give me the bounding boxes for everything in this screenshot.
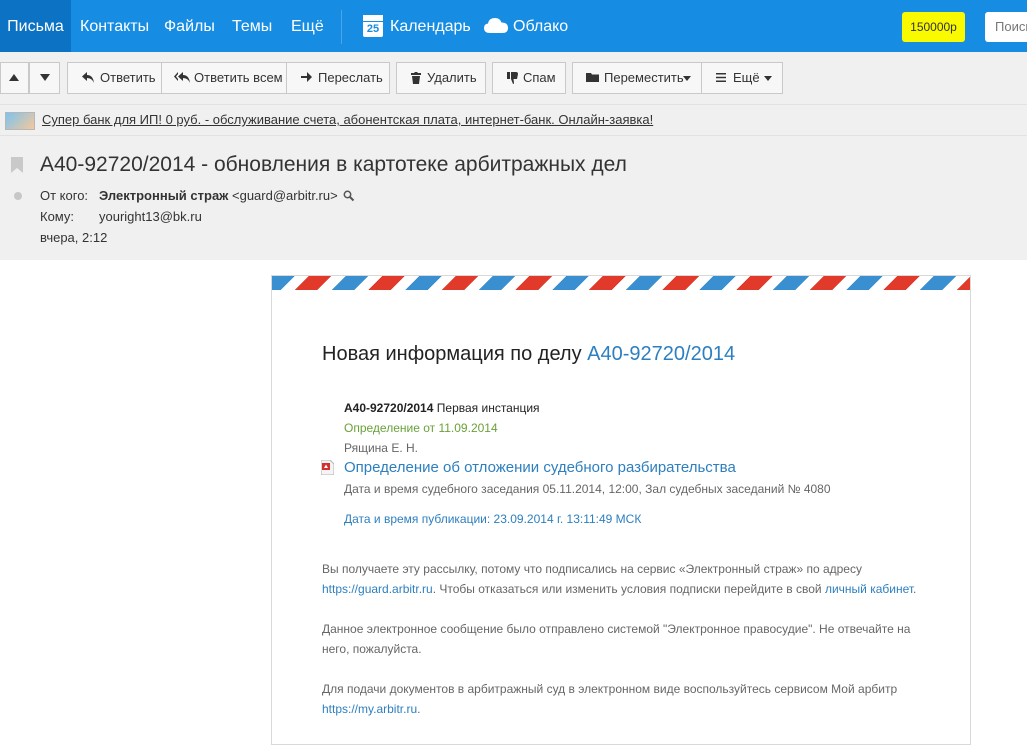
reply-all-button[interactable]: Ответить всем	[161, 62, 287, 94]
letter-body: Новая информация по делу А40-92720/2014 …	[271, 275, 971, 745]
notice-myarbitr-line2: https://my.arbitr.ru.	[322, 702, 420, 716]
move-button[interactable]: Переместить	[572, 62, 702, 94]
sender-email[interactable]: <guard@arbitr.ru>	[232, 188, 338, 203]
guard-link[interactable]: https://guard.arbitr.ru	[322, 582, 433, 596]
notice-subscription-line1: Вы получаете эту рассылку, потому что по…	[322, 562, 862, 576]
top-navigation: Письма Контакты Файлы Темы Ещё 25 Календ…	[0, 0, 1027, 52]
calendar-icon[interactable]: 25	[363, 15, 383, 37]
case-line: А40-92720/2014 Первая инстанция	[344, 401, 540, 415]
notice-system-line1: Данное электронное сообщение было отправ…	[322, 622, 911, 636]
message-header: А40-92720/2014 - обновления в картотеке …	[0, 136, 1027, 260]
forward-label: Переслать	[318, 70, 383, 85]
chevron-down-icon	[683, 76, 691, 81]
menu-icon	[716, 73, 726, 82]
pdf-icon	[321, 460, 334, 475]
folder-icon	[586, 73, 599, 82]
reply-icon	[82, 72, 94, 83]
next-message-button[interactable]	[29, 62, 60, 94]
notice-subscription-line2: https://guard.arbitr.ru. Чтобы отказатьс…	[322, 582, 916, 596]
publication-info: Дата и время публикации: 23.09.2014 г. 1…	[344, 512, 642, 526]
flag-icon[interactable]	[11, 157, 23, 173]
trash-icon	[411, 72, 421, 84]
decision-prefix: Определение от	[344, 421, 436, 435]
delete-button[interactable]: Удалить	[396, 62, 486, 94]
case-instance: Первая инстанция	[436, 401, 540, 415]
case-number: А40-92720/2014	[344, 401, 434, 415]
thumbs-down-icon	[507, 72, 518, 84]
forward-button[interactable]: Переслать	[286, 62, 390, 94]
notice-subscription-text: . Чтобы отказаться или изменить условия …	[432, 582, 822, 596]
reply-button[interactable]: Ответить	[67, 62, 162, 94]
calendar-day: 25	[366, 23, 380, 35]
magnifier-icon[interactable]	[343, 190, 355, 202]
message-subject: А40-92720/2014 - обновления в картотеке …	[40, 153, 627, 176]
notice-myarbitr-line1: Для подачи документов в арбитражный суд …	[322, 682, 898, 696]
notice-myarbitr-end: .	[417, 702, 421, 716]
chevron-down-icon	[764, 76, 772, 81]
hearing-info: Дата и время судебного заседания 05.11.2…	[344, 482, 831, 496]
forward-arrow-icon	[301, 72, 312, 82]
nav-contacts[interactable]: Контакты	[80, 0, 149, 52]
recipient-email[interactable]: youright13@bk.ru	[99, 209, 202, 224]
ad-link[interactable]: Супер банк для ИП! 0 руб. - обслуживание…	[42, 112, 653, 127]
cloud-icon[interactable]	[484, 17, 508, 33]
search-input[interactable]: Поиск	[985, 12, 1027, 42]
nav-cloud[interactable]: Облако	[513, 0, 568, 52]
read-status-icon[interactable]	[14, 192, 22, 200]
to-label: Кому:	[40, 209, 74, 224]
reply-label: Ответить	[100, 70, 156, 85]
decision-date: 11.09.2014	[438, 421, 498, 435]
message-date: вчера, 2:12	[40, 230, 108, 245]
my-arbitr-link[interactable]: https://my.arbitr.ru	[322, 702, 417, 716]
more-button[interactable]: Ещё	[701, 62, 783, 94]
ad-banner: Супер банк для ИП! 0 руб. - обслуживание…	[0, 104, 1027, 136]
nav-divider	[341, 10, 342, 44]
personal-cabinet-link[interactable]: личный кабинет	[825, 582, 913, 596]
message-toolbar: Ответить Ответить всем Переслать Удалить…	[0, 52, 1027, 104]
decision-line: Определение от 11.09.2014	[344, 421, 498, 435]
nav-more[interactable]: Ещё	[291, 0, 324, 52]
judge-name: Рящина Е. Н.	[344, 441, 418, 455]
case-title-link[interactable]: А40-92720/2014	[587, 343, 735, 365]
promo-badge[interactable]: 150000р	[902, 12, 965, 42]
reply-all-icon	[174, 72, 190, 83]
notice-system-line2: него, пожалуйста.	[322, 642, 422, 656]
letter-title: Новая информация по делу А40-92720/2014	[322, 343, 735, 366]
nav-files[interactable]: Файлы	[164, 0, 215, 52]
more-label: Ещё	[733, 70, 760, 85]
ad-image[interactable]	[5, 112, 35, 130]
arrow-up-icon	[9, 74, 19, 81]
nav-calendar[interactable]: Календарь	[390, 0, 471, 52]
delete-label: Удалить	[427, 70, 477, 85]
airmail-border	[272, 276, 970, 290]
from-label: От кого:	[40, 188, 89, 203]
sender-name[interactable]: Электронный страж	[99, 188, 228, 203]
spam-label: Спам	[523, 70, 556, 85]
document-link[interactable]: Определение об отложении судебного разби…	[344, 459, 736, 476]
notice-subscription-end: .	[913, 582, 917, 596]
nav-letters[interactable]: Письма	[0, 0, 71, 52]
prev-message-button[interactable]	[0, 62, 29, 94]
arrow-down-icon	[40, 74, 50, 81]
reply-all-label: Ответить всем	[194, 70, 283, 85]
letter-title-text: Новая информация по делу	[322, 343, 582, 365]
nav-themes[interactable]: Темы	[232, 0, 272, 52]
move-label: Переместить	[604, 70, 684, 85]
spam-button[interactable]: Спам	[492, 62, 566, 94]
